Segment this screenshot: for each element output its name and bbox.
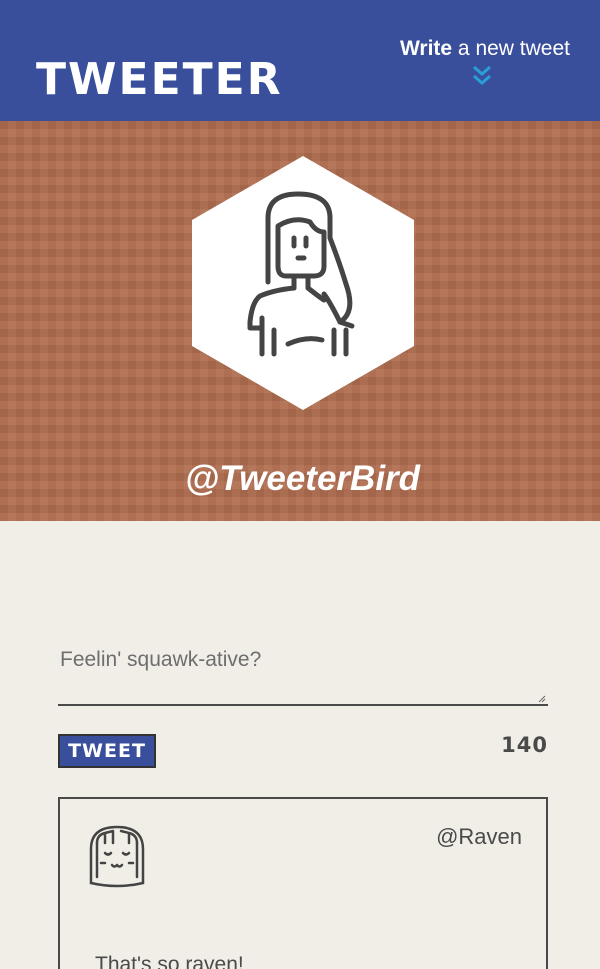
logo[interactable]: TWEETER (36, 52, 283, 108)
tweet-input[interactable] (58, 640, 548, 706)
resize-grip-icon[interactable] (538, 695, 546, 703)
write-tweet-link-text: a new tweet (452, 37, 570, 60)
char-counter: 140 (501, 733, 548, 757)
tweet-card: @Raven That's so raven! (58, 797, 548, 969)
navbar: TWEETER Write a new tweet (0, 0, 600, 121)
tweet-button[interactable]: TWEET (58, 734, 156, 768)
write-tweet-link-bold: Write (399, 37, 453, 60)
girl-avatar-icon (192, 156, 414, 410)
double-chevron-down-icon[interactable] (472, 64, 492, 88)
profile-handle: @TweeterBird (184, 459, 421, 498)
tweet-author-handle[interactable]: @Raven (436, 824, 522, 850)
write-tweet-link[interactable]: Write a new tweet (400, 34, 570, 64)
tweet-text: That's so raven! (95, 953, 244, 969)
profile-banner: @TweeterBird (0, 121, 600, 521)
smiling-girl-avatar-icon (89, 825, 145, 888)
